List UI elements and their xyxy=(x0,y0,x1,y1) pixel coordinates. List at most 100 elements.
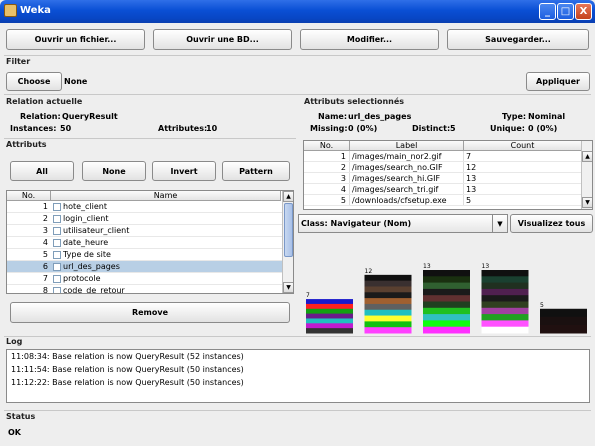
attribute-row[interactable]: 1 hote_client xyxy=(7,201,283,213)
attribute-name: date_heure xyxy=(63,238,109,247)
select-all-button[interactable]: All xyxy=(10,161,74,181)
attributes-count-value: 10 xyxy=(206,124,218,133)
attribute-number: 1 xyxy=(42,202,48,211)
open-db-button[interactable]: Ouvrir une BD... xyxy=(153,29,292,50)
label-name: /downloads/cfsetup.exe xyxy=(350,195,464,205)
histogram-count-label: 12 xyxy=(365,268,373,275)
attributes-section-label: Attributs xyxy=(6,140,47,149)
scroll-down-arrow-icon[interactable]: ▼ xyxy=(283,282,293,293)
attribute-row[interactable]: 2 login_client xyxy=(7,213,283,225)
selected-name-value: url_des_pages xyxy=(348,112,412,121)
attribute-checkbox[interactable] xyxy=(53,227,61,235)
log-area[interactable]: 11:08:34: Base relation is now QueryResu… xyxy=(6,349,590,403)
attribute-number: 5 xyxy=(42,250,48,259)
visualize-all-button[interactable]: Visualizez tous xyxy=(510,214,593,233)
relation-label: Relation: xyxy=(20,112,61,121)
label-number: 5 xyxy=(304,195,350,205)
attribute-row[interactable]: 5 Type de site xyxy=(7,249,283,261)
label-number: 4 xyxy=(304,184,350,194)
attribute-number: 6 xyxy=(42,262,48,271)
attribute-row[interactable]: 6 url_des_pages xyxy=(7,261,283,273)
select-none-button[interactable]: None xyxy=(82,161,146,181)
histogram-count-label: 13 xyxy=(423,263,431,270)
col-header-no[interactable]: No. xyxy=(7,191,51,201)
histogram-bar xyxy=(306,299,353,334)
window-title: Weka xyxy=(20,5,51,16)
selected-type-label: Type: xyxy=(502,112,527,121)
label-count-table[interactable]: No. Label Count 1/images/main_nor2.gif 7 2… xyxy=(303,140,593,210)
attribute-number: 7 xyxy=(42,274,48,283)
pattern-button[interactable]: Pattern xyxy=(222,161,290,181)
col-header-label[interactable]: Label xyxy=(350,141,464,151)
attribute-number: 3 xyxy=(42,226,48,235)
save-button[interactable]: Sauvegarder... xyxy=(447,29,589,50)
attributes-table[interactable]: No. Name 1 hote_client 2 login_client 3 utili… xyxy=(6,190,294,294)
relation-section-label: Relation actuelle xyxy=(6,97,83,106)
attribute-checkbox[interactable] xyxy=(53,263,61,271)
attribute-checkbox[interactable] xyxy=(53,287,61,293)
col-header-count[interactable]: Count xyxy=(464,141,582,151)
selected-name-label: Name: xyxy=(318,112,348,121)
dropdown-arrow-icon[interactable]: ▼ xyxy=(492,215,507,232)
attributes-scrollbar[interactable]: ▲ ▼ xyxy=(282,191,293,293)
log-line: 11:08:34: Base relation is now QueryResu… xyxy=(11,352,244,361)
scroll-down-arrow-icon[interactable]: ▼ xyxy=(582,197,592,208)
separator xyxy=(4,410,591,411)
attribute-name: hote_client xyxy=(63,202,107,211)
label-row[interactable]: 3/images/search_hi.GIF 13 xyxy=(304,173,582,184)
class-attribute-select[interactable]: Class: Navigateur (Nom) ▼ xyxy=(298,214,508,233)
label-count: 13 xyxy=(466,174,477,183)
attribute-checkbox[interactable] xyxy=(53,215,61,223)
attribute-name: url_des_pages xyxy=(63,262,120,271)
attribute-name: login_client xyxy=(63,214,109,223)
instances-label: Instances: xyxy=(10,124,57,133)
maximize-button[interactable]: □ xyxy=(557,3,574,20)
log-line: 11:12:22: Base relation is now QueryResu… xyxy=(11,378,244,387)
invert-selection-button[interactable]: Invert xyxy=(152,161,216,181)
scrollbar-thumb[interactable] xyxy=(284,203,293,257)
attribute-name: Type de site xyxy=(63,250,111,259)
edit-button[interactable]: Modifier... xyxy=(300,29,439,50)
label-row[interactable]: 4/images/search_tri.gif 13 xyxy=(304,184,582,195)
attribute-row[interactable]: 4 date_heure xyxy=(7,237,283,249)
log-line: 11:11:54: Base relation is now QueryResu… xyxy=(11,365,244,374)
attribute-checkbox[interactable] xyxy=(53,203,61,211)
histogram-count-label: 13 xyxy=(482,263,490,270)
label-name: /images/search_no.GIF xyxy=(350,162,464,172)
minimize-button[interactable]: _ xyxy=(539,3,556,20)
label-row[interactable]: 2/images/search_no.GIF 12 xyxy=(304,162,582,173)
col-header-no[interactable]: No. xyxy=(304,141,350,151)
scroll-up-arrow-icon[interactable]: ▲ xyxy=(582,151,592,162)
label-row[interactable]: 1/images/main_nor2.gif 7 xyxy=(304,151,582,162)
choose-filter-button[interactable]: Choose xyxy=(6,72,62,91)
close-button[interactable]: X xyxy=(575,3,592,20)
weka-app-icon xyxy=(4,4,17,17)
label-count: 13 xyxy=(466,185,477,194)
attribute-checkbox[interactable] xyxy=(53,251,61,259)
filter-value[interactable]: None xyxy=(64,74,524,89)
col-header-name[interactable]: Name xyxy=(51,191,281,201)
status-label: Status xyxy=(6,412,36,421)
histogram-count-label: 5 xyxy=(540,302,544,309)
attribute-checkbox[interactable] xyxy=(53,275,61,283)
remove-attribute-button[interactable]: Remove xyxy=(10,302,290,323)
label-count: 7 xyxy=(466,152,472,161)
open-file-button[interactable]: Ouvrir un fichier... xyxy=(6,29,145,50)
label-row[interactable]: 5/downloads/cfsetup.exe 5 xyxy=(304,195,582,206)
attribute-row[interactable]: 8 code_de_retour xyxy=(7,285,283,293)
separator xyxy=(4,55,591,56)
attributes-count-label: Attributes: xyxy=(158,124,208,133)
histogram-bar xyxy=(423,270,470,334)
apply-filter-button[interactable]: Appliquer xyxy=(526,72,590,91)
histogram-bar xyxy=(540,308,587,334)
label-count: 5 xyxy=(466,196,472,205)
attribute-row[interactable]: 3 utilisateur_client xyxy=(7,225,283,237)
label-table-scrollbar[interactable]: ▲ ▼ xyxy=(581,141,592,209)
histogram-bar xyxy=(364,274,412,334)
missing-label: Missing: xyxy=(310,124,348,133)
status-value: OK xyxy=(8,428,21,437)
attribute-name: utilisateur_client xyxy=(63,226,130,235)
attribute-checkbox[interactable] xyxy=(53,239,61,247)
scroll-up-arrow-icon[interactable]: ▲ xyxy=(283,191,293,202)
attribute-row[interactable]: 7 protocole xyxy=(7,273,283,285)
